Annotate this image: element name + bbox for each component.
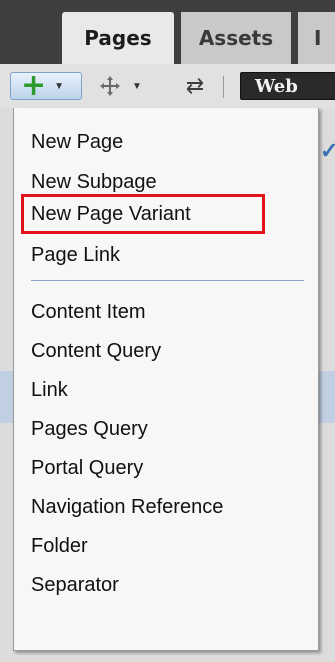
plus-icon: + (21, 68, 47, 103)
toolbar: + ▼ ▼ ⇄ Web (0, 64, 335, 109)
tab-assets[interactable]: Assets (181, 12, 291, 64)
chevron-down-icon: ▼ (54, 80, 65, 92)
menu-item-page-link[interactable]: Page Link (31, 239, 120, 271)
menu-item-pages-query[interactable]: Pages Query (31, 413, 148, 445)
menu-item-new-page[interactable]: New Page (31, 126, 123, 158)
top-bar: Pages Assets I (0, 0, 335, 64)
menu-item-portal-query[interactable]: Portal Query (31, 452, 143, 484)
move-button[interactable]: ▼ (98, 72, 158, 100)
highlight-box (21, 194, 265, 234)
toolbar-divider (223, 76, 224, 98)
menu-item-navigation-reference[interactable]: Navigation Reference (31, 491, 223, 523)
menu-item-content-query[interactable]: Content Query (31, 335, 161, 367)
menu-item-content-item[interactable]: Content Item (31, 296, 146, 328)
move-icon (98, 74, 122, 98)
refresh-icon: ⇄ (185, 73, 205, 98)
menu-divider (31, 280, 304, 281)
refresh-button[interactable]: ⇄ (180, 72, 210, 100)
add-menu-button[interactable]: + ▼ (10, 68, 82, 103)
add-dropdown-menu: New Page New Subpage New Page Variant Pa… (13, 108, 319, 651)
web-button[interactable]: Web (240, 72, 335, 100)
tab-partial[interactable]: I (298, 12, 335, 64)
check-icon: ✓ (320, 138, 335, 163)
menu-item-link[interactable]: Link (31, 374, 68, 406)
chevron-down-icon: ▼ (132, 80, 142, 92)
menu-item-folder[interactable]: Folder (31, 530, 88, 562)
menu-item-separator[interactable]: Separator (31, 569, 119, 601)
tab-pages[interactable]: Pages (62, 12, 174, 64)
